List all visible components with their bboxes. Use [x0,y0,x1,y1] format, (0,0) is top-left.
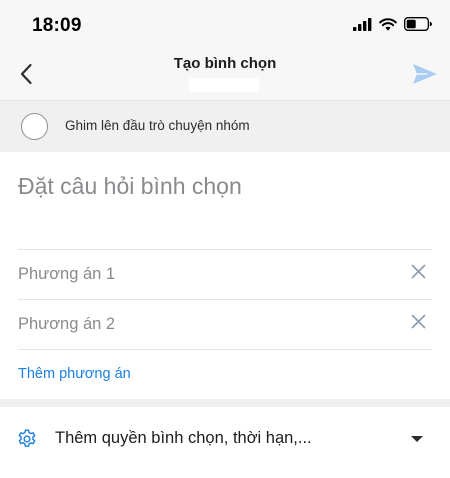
page-title: Tạo bình chọn [173,55,277,72]
send-icon [412,63,438,90]
close-icon [411,264,426,284]
clear-option-2-button[interactable] [408,314,428,334]
send-button[interactable] [408,61,442,91]
pin-row: Ghim lên đầu trò chuyện nhóm [0,100,450,152]
nav-subtitle [189,78,259,92]
settings-label: Thêm quyền bình chọn, thời hạn,... [55,429,312,447]
gear-icon [17,429,37,449]
signal-icon [353,17,372,36]
close-icon [411,314,426,334]
add-option-button[interactable]: Thêm phương án [18,366,131,382]
pin-checkbox[interactable] [21,113,48,140]
nav-bar: Tạo bình chọn [0,52,450,100]
status-time: 18:09 [32,15,82,36]
option-row-1 [18,249,432,299]
battery-icon [404,17,432,36]
section-separator [0,399,450,407]
clear-option-1-button[interactable] [408,264,428,284]
question-input[interactable] [18,168,432,204]
divider [18,349,432,350]
option-row-2 [18,299,432,349]
option-input-2[interactable] [18,311,378,337]
status-bar: 18:09 [0,0,450,52]
pin-label: Ghim lên đầu trò chuyện nhóm [65,118,250,133]
option-input-1[interactable] [18,261,378,287]
wifi-icon [379,17,397,36]
poll-settings-row[interactable]: Thêm quyền bình chọn, thời hạn,... [0,407,450,478]
caret-down-icon [411,436,423,442]
status-icons [353,17,432,36]
